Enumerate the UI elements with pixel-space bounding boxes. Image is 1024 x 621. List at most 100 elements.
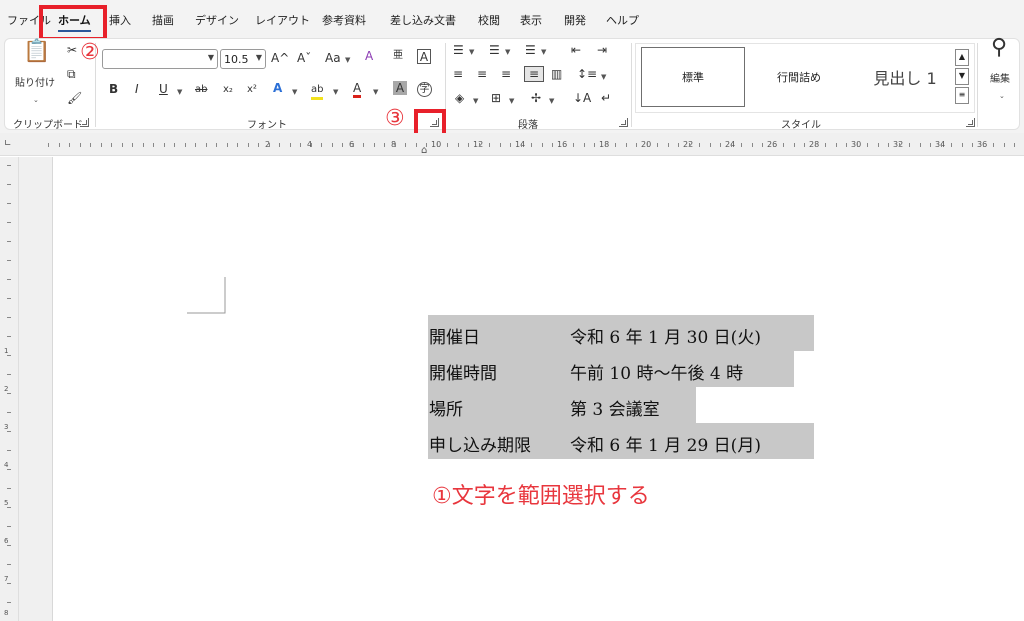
chevron-down-icon[interactable]: ▼ <box>333 85 338 99</box>
vertical-ruler[interactable]: 1 2 3 4 5 6 7 8 <box>0 157 19 621</box>
ruler-tick <box>7 184 11 185</box>
decrease-indent-icon[interactable]: ⇤ <box>571 43 581 57</box>
style-heading-1[interactable]: 見出し 1 <box>853 47 957 107</box>
chevron-down-icon[interactable]: ▼ <box>541 45 546 59</box>
tab-insert[interactable]: 挿入 <box>109 12 131 28</box>
tab-references[interactable]: 参考資料 <box>322 12 366 28</box>
paste-dropdown-icon[interactable]: ⌄ <box>33 93 39 107</box>
tab-view[interactable]: 表示 <box>520 12 542 28</box>
ruler-tick <box>7 564 11 565</box>
row-label: 申し込み期限 <box>429 436 531 456</box>
font-size-combobox[interactable]: 10.5 ▼ <box>220 49 266 69</box>
cut-icon[interactable]: ✂ <box>67 43 77 57</box>
ruler-tick <box>80 143 81 147</box>
style-normal[interactable]: 標準 <box>641 47 745 107</box>
bullets-icon[interactable]: ☰ <box>453 43 464 57</box>
numbering-icon[interactable]: ☰ <box>489 43 500 57</box>
sort-icon[interactable]: ↓A <box>573 91 591 105</box>
format-painter-icon[interactable]: 🖌 <box>67 91 82 105</box>
bold-icon[interactable]: B <box>109 82 118 96</box>
paragraph-launcher-icon[interactable] <box>619 118 628 127</box>
tab-draw[interactable]: 描画 <box>152 12 174 28</box>
shrink-font-icon[interactable]: Aˇ <box>297 51 311 65</box>
highlight-color-icon[interactable]: ab <box>311 83 324 100</box>
ruler-tick <box>899 143 900 147</box>
ruler-tick <box>1004 143 1005 147</box>
align-right-icon[interactable]: ≡ <box>501 67 511 81</box>
paste-icon[interactable]: 📋 <box>23 41 50 63</box>
increase-indent-icon[interactable]: ⇥ <box>597 43 607 57</box>
chevron-down-icon[interactable]: ▼ <box>549 94 554 108</box>
distributed-icon[interactable]: ▥ <box>551 67 562 81</box>
subscript-icon[interactable]: x₂ <box>223 83 233 97</box>
chevron-down-icon[interactable]: ▼ <box>473 94 478 108</box>
chevron-down-icon[interactable]: ⌄ <box>999 89 1005 103</box>
ruler-tick <box>941 143 942 147</box>
row-value: 令和 6 年 1 月 29 日(月) <box>570 436 761 456</box>
styles-scroll-down-icon[interactable]: ▼ <box>955 68 969 85</box>
chevron-down-icon[interactable]: ▼ <box>177 85 182 99</box>
chevron-down-icon[interactable]: ▼ <box>601 70 606 84</box>
text-effects-icon[interactable]: A <box>273 81 282 95</box>
clipboard-launcher-icon[interactable] <box>80 118 89 127</box>
chevron-down-icon[interactable]: ▼ <box>345 53 350 67</box>
clear-formatting-icon[interactable]: A <box>365 49 373 63</box>
ruler-tick <box>951 143 952 147</box>
paragraph-group-label: 段落 <box>518 120 538 131</box>
chevron-down-icon[interactable]: ▼ <box>469 45 474 59</box>
line-spacing-icon[interactable]: ↕≡ <box>577 67 597 81</box>
align-center-icon[interactable]: ≡ <box>477 67 487 81</box>
chevron-down-icon[interactable]: ▼ <box>292 85 297 99</box>
phonetic-guide-icon[interactable]: 亜 <box>393 49 403 63</box>
character-border-icon[interactable]: A <box>417 49 431 64</box>
character-shading-icon[interactable]: A <box>393 81 407 95</box>
editing-button[interactable]: 編集 <box>990 73 1010 87</box>
enclose-characters-icon[interactable]: 字 <box>417 82 432 97</box>
font-color-icon[interactable]: A <box>353 81 362 98</box>
chevron-down-icon[interactable]: ▼ <box>505 45 510 59</box>
font-name-combobox[interactable]: ▼ <box>102 49 218 69</box>
horizontal-ruler[interactable]: ∟ 2 4 6 8 10 12 14 16 18 20 22 24 26 28 … <box>0 133 1024 156</box>
change-case-icon[interactable]: Aa <box>325 51 341 65</box>
copy-icon[interactable]: ⧉ <box>67 67 76 81</box>
ruler-tick <box>216 143 217 147</box>
styles-scroll-up-icon[interactable]: ▲ <box>955 49 969 66</box>
borders-icon[interactable]: ⊞ <box>491 91 501 105</box>
paste-button[interactable]: 貼り付け <box>15 77 55 91</box>
tab-selector-icon[interactable]: ∟ <box>4 139 12 149</box>
styles-more-icon[interactable]: ≡ <box>955 87 969 104</box>
justify-icon[interactable]: ≡ <box>524 66 544 82</box>
style-no-spacing[interactable]: 行間詰め <box>747 47 851 107</box>
tab-developer[interactable]: 開発 <box>564 12 586 28</box>
ruler-tick <box>90 143 91 147</box>
chevron-down-icon[interactable]: ▼ <box>373 85 378 99</box>
styles-launcher-icon[interactable] <box>966 118 975 127</box>
tab-design[interactable]: デザイン <box>195 12 239 28</box>
ruler-tick <box>405 143 406 147</box>
ruler-tick <box>363 143 364 147</box>
underline-icon[interactable]: U <box>159 82 168 96</box>
ruler-tick <box>720 143 721 147</box>
tab-help[interactable]: ヘルプ <box>606 12 639 28</box>
show-paragraph-marks-icon[interactable]: ↵ <box>601 91 611 105</box>
tab-review[interactable]: 校閲 <box>478 12 500 28</box>
ruler-tick <box>111 143 112 147</box>
row-label: 場所 <box>429 400 463 420</box>
document-page[interactable]: 開催日 令和 6 年 1 月 30 日(火) 開催時間 午前 10 時～午後 4… <box>52 157 1024 621</box>
superscript-icon[interactable]: x² <box>247 83 257 97</box>
align-left-icon[interactable]: ≡ <box>453 67 463 81</box>
font-size-value: 10.5 <box>224 53 249 66</box>
ruler-tick <box>342 143 343 147</box>
ruler-tick <box>920 143 921 147</box>
chevron-down-icon[interactable]: ▼ <box>509 94 514 108</box>
grow-font-icon[interactable]: A^ <box>271 51 289 65</box>
tab-mailings[interactable]: 差し込み文書 <box>390 12 456 28</box>
multilevel-list-icon[interactable]: ☰ <box>525 43 536 57</box>
asian-layout-icon[interactable]: ✢ <box>531 91 541 105</box>
strikethrough-icon[interactable]: ab <box>195 83 207 97</box>
search-icon[interactable]: ⚲ <box>991 37 1007 59</box>
tab-layout[interactable]: レイアウト <box>255 12 310 28</box>
ruler-tick <box>909 143 910 147</box>
italic-icon[interactable]: I <box>135 82 139 96</box>
shading-icon[interactable]: ◈ <box>455 91 464 105</box>
